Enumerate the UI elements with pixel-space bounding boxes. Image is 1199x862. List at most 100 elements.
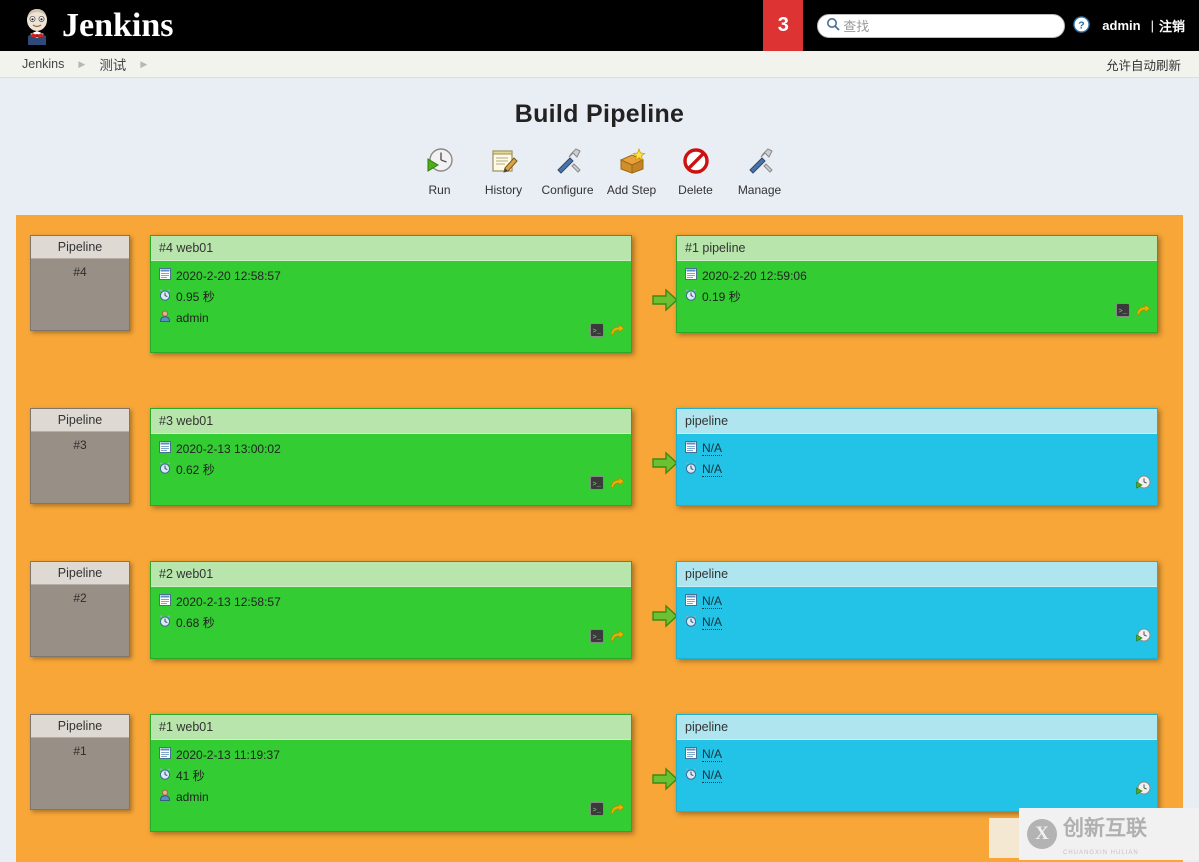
build-timestamp: N/A	[702, 594, 723, 609]
svg-text:>_: >_	[593, 807, 602, 815]
build-user: admin	[176, 310, 209, 325]
build-duration: 0.95 秒	[176, 289, 215, 304]
brand-name: 创新互联	[1063, 816, 1147, 840]
build-card[interactable]: #2 web01 2020-2-13 12:58:57 0.68 秒 >_	[150, 561, 632, 659]
trigger-build-icon[interactable]	[1136, 628, 1151, 646]
build-user-row: admin	[159, 310, 623, 325]
build-card-header[interactable]: pipeline	[677, 409, 1157, 434]
pipeline-stage-card[interactable]: Pipeline #3	[30, 408, 130, 504]
build-card-actions: >_	[590, 802, 625, 819]
add-step-label: Add Step	[606, 183, 657, 197]
breadcrumb-item-jenkins[interactable]: Jenkins	[22, 57, 64, 71]
build-pipeline-panel: Pipeline #4 #4 web01 2020-2-20 12:58:57 …	[16, 215, 1183, 862]
add-step-button[interactable]: Add Step	[600, 145, 664, 197]
pipeline-stage-card[interactable]: Pipeline #4	[30, 235, 130, 331]
rerun-arrow-icon[interactable]	[610, 802, 625, 819]
build-duration-row: 0.95 秒	[159, 289, 623, 304]
build-card[interactable]: pipeline N/A N/A	[676, 714, 1158, 812]
console-output-icon[interactable]: >_	[590, 629, 604, 646]
pipeline-connector	[652, 604, 679, 631]
rerun-arrow-icon[interactable]	[610, 323, 625, 340]
manage-label: Manage	[737, 183, 782, 197]
trigger-build-icon[interactable]	[1136, 475, 1151, 493]
rerun-arrow-icon[interactable]	[1136, 303, 1151, 320]
pipeline-connector	[652, 451, 679, 478]
build-card-actions: >_	[1116, 303, 1151, 320]
build-card[interactable]: #4 web01 2020-2-20 12:58:57 0.95 秒 admin…	[150, 235, 632, 353]
pipeline-stage-card[interactable]: Pipeline #2	[30, 561, 130, 657]
build-timestamp: 2020-2-13 11:19:37	[176, 747, 280, 762]
calendar-icon	[685, 268, 697, 283]
current-user-link[interactable]: admin	[1102, 18, 1140, 33]
pipeline-stage-card[interactable]: Pipeline #1	[30, 714, 130, 810]
build-queue-badge[interactable]: 3	[763, 0, 804, 51]
build-card[interactable]: #3 web01 2020-2-13 13:00:02 0.62 秒 >_	[150, 408, 632, 506]
run-button[interactable]: Run	[408, 145, 472, 197]
build-card-header[interactable]: pipeline	[677, 715, 1157, 740]
build-card-header[interactable]: #2 web01	[151, 562, 631, 587]
logout-link[interactable]: 注销	[1159, 16, 1199, 35]
build-duration: 0.62 秒	[176, 462, 215, 477]
build-duration-row: 41 秒	[159, 768, 623, 783]
pipeline-row: Pipeline #4 #4 web01 2020-2-20 12:58:57 …	[16, 225, 1183, 365]
build-timestamp: 2020-2-20 12:59:06	[702, 268, 807, 283]
jenkins-logo-link[interactable]: Jenkins	[0, 7, 174, 45]
build-timestamp: 2020-2-13 12:58:57	[176, 594, 281, 609]
console-output-icon[interactable]: >_	[590, 476, 604, 493]
console-output-icon[interactable]: >_	[1116, 303, 1130, 320]
build-card-header[interactable]: pipeline	[677, 562, 1157, 587]
arrow-right-icon	[652, 288, 679, 312]
stage-title: Pipeline	[31, 236, 129, 259]
build-duration: 0.19 秒	[702, 289, 741, 304]
clock-icon	[685, 289, 697, 304]
build-card[interactable]: #1 pipeline 2020-2-20 12:59:06 0.19 秒 >_	[676, 235, 1158, 333]
auto-refresh-link[interactable]: 允许自动刷新	[1106, 55, 1181, 74]
manage-button[interactable]: Manage	[728, 145, 792, 197]
page-header: Build Pipeline Run History Configure Add…	[0, 78, 1199, 197]
build-duration: N/A	[702, 768, 723, 783]
stage-build-number: #4	[73, 265, 87, 279]
build-timestamp: 2020-2-13 13:00:02	[176, 441, 281, 456]
build-duration: 41 秒	[176, 768, 205, 783]
breadcrumb: Jenkins ▶ 测试 ▶ 允许自动刷新	[0, 51, 1199, 78]
breadcrumb-chevron-icon: ▶	[78, 58, 86, 69]
help-icon[interactable]: ?	[1073, 15, 1091, 36]
calendar-icon	[685, 594, 697, 609]
build-card-header[interactable]: #4 web01	[151, 236, 631, 261]
history-button[interactable]: History	[472, 145, 536, 197]
build-card-header[interactable]: #3 web01	[151, 409, 631, 434]
build-card-actions	[1136, 475, 1151, 493]
svg-text:>_: >_	[1119, 308, 1128, 316]
build-card-actions: >_	[590, 629, 625, 646]
delete-button[interactable]: Delete	[664, 145, 728, 197]
pipeline-toolbar: Run History Configure Add Step Delete Ma…	[0, 145, 1199, 197]
build-timestamp-row: 2020-2-13 11:19:37	[159, 747, 623, 762]
search-placeholder: 查找	[843, 19, 870, 34]
build-card[interactable]: #1 web01 2020-2-13 11:19:37 41 秒 admin >…	[150, 714, 632, 832]
build-timestamp-row: 2020-2-13 12:58:57	[159, 594, 623, 609]
calendar-icon	[159, 441, 171, 456]
configure-button[interactable]: Configure	[536, 145, 600, 197]
build-timestamp: N/A	[702, 441, 723, 456]
breadcrumb-item-project[interactable]: 测试	[99, 54, 126, 74]
user-avatar-icon	[159, 310, 171, 325]
arrow-right-icon	[652, 451, 679, 475]
rerun-arrow-icon[interactable]	[610, 476, 625, 493]
configure-label: Configure	[541, 183, 594, 197]
pipeline-connector	[652, 288, 679, 315]
rerun-arrow-icon[interactable]	[610, 629, 625, 646]
build-timestamp: 2020-2-20 12:58:57	[176, 268, 281, 283]
clock-icon	[685, 615, 697, 630]
search-input[interactable]: 查找	[817, 13, 1066, 38]
build-duration-row: N/A	[685, 615, 1149, 630]
top-navigation-bar: Jenkins 3 查找 ? admin | 注销	[0, 0, 1199, 51]
console-output-icon[interactable]: >_	[590, 802, 604, 819]
build-card-header[interactable]: #1 pipeline	[677, 236, 1157, 261]
history-label: History	[484, 183, 523, 197]
calendar-icon	[159, 268, 171, 283]
console-output-icon[interactable]: >_	[590, 323, 604, 340]
build-card[interactable]: pipeline N/A N/A	[676, 408, 1158, 506]
build-card-header[interactable]: #1 web01	[151, 715, 631, 740]
trigger-build-icon[interactable]	[1136, 781, 1151, 799]
build-card[interactable]: pipeline N/A N/A	[676, 561, 1158, 659]
